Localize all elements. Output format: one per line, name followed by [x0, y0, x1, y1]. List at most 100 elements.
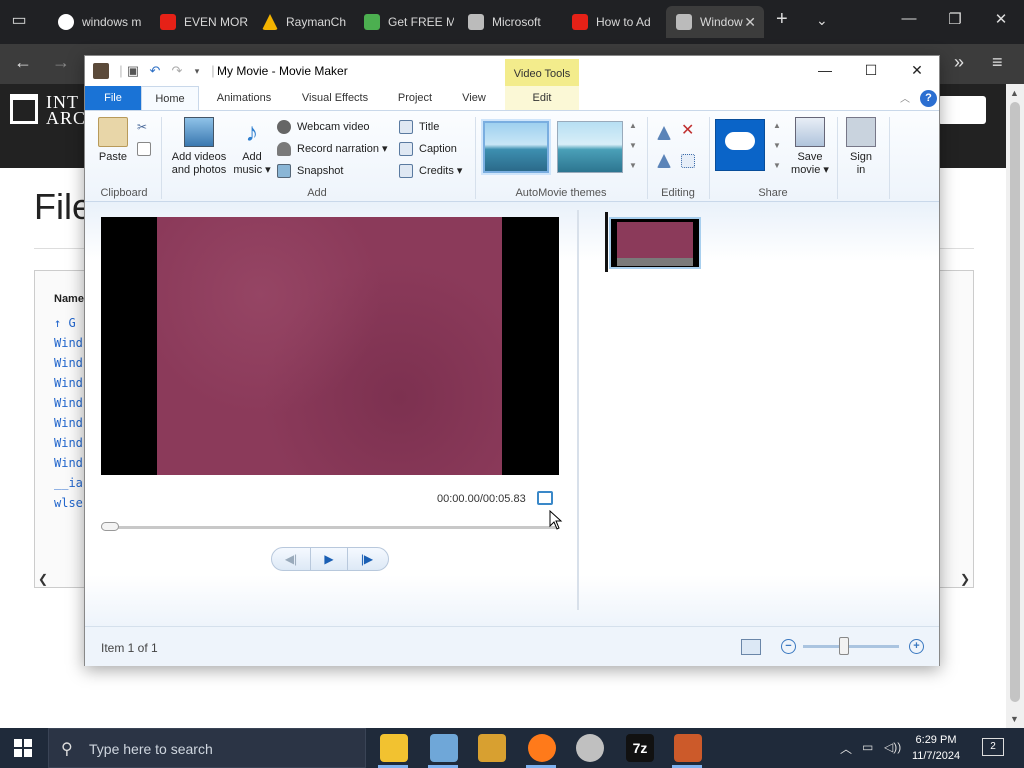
add-music-button[interactable]: ♪ Add music ▾	[231, 117, 273, 177]
tab-edit[interactable]: Edit	[505, 86, 579, 110]
parent-link[interactable]: ↑ G	[54, 316, 76, 330]
file-explorer-icon[interactable]	[380, 734, 408, 762]
browser-tab[interactable]: windows m	[48, 6, 148, 38]
file-link[interactable]: Wind	[54, 436, 83, 450]
scroll-thumb[interactable]	[1010, 102, 1020, 702]
zoom-slider-track[interactable]	[803, 645, 899, 648]
column-header-name[interactable]: Name	[54, 293, 84, 305]
file-link[interactable]: Wind	[54, 396, 83, 410]
network-icon[interactable]: ▭	[862, 740, 873, 754]
file-link[interactable]: __ia	[54, 476, 83, 490]
undo-icon[interactable]: ↶	[147, 63, 163, 79]
customize-qat-icon[interactable]: ▾	[189, 63, 205, 79]
select-all-button[interactable]	[681, 153, 697, 169]
sign-in-button[interactable]: Sign in	[841, 117, 881, 177]
title-button[interactable]: Title	[399, 119, 439, 135]
playhead[interactable]	[605, 212, 608, 272]
extensions-icon[interactable]: »	[954, 52, 964, 73]
tab-project[interactable]: Project	[389, 86, 441, 110]
new-tab-button[interactable]: +	[776, 8, 788, 31]
file-link[interactable]: Wind	[54, 416, 83, 430]
maximize-icon[interactable]: ☐	[851, 62, 891, 82]
zoom-out-icon[interactable]: −	[781, 639, 796, 654]
file-link[interactable]: Wind	[54, 356, 83, 370]
browser-tab[interactable]: RaymanCh	[252, 6, 352, 38]
rotate-right-button[interactable]	[657, 153, 673, 169]
tab-list-icon[interactable]: ⌄	[816, 12, 828, 29]
browser-tab[interactable]: How to Ad	[562, 6, 662, 38]
record-narration-button[interactable]: Record narration ▾	[277, 141, 388, 157]
storyboard-clip[interactable]	[609, 217, 701, 269]
rotate-left-button[interactable]	[657, 125, 673, 141]
site-search-input[interactable]	[938, 96, 986, 124]
browser-tab-active[interactable]: Window ✕	[666, 6, 764, 38]
onedrive-share-button[interactable]	[715, 119, 765, 171]
volume-icon[interactable]: ◁))	[884, 740, 901, 754]
play-button[interactable]: ▶	[310, 548, 348, 570]
remove-button[interactable]: ✕	[681, 123, 697, 139]
help-icon[interactable]: ?	[920, 90, 937, 107]
add-videos-photos-button[interactable]: Add videos and photos	[167, 117, 231, 177]
show-hidden-icons[interactable]: ︿	[840, 740, 852, 757]
firefox-icon[interactable]	[528, 734, 556, 762]
fullscreen-preview-icon[interactable]	[537, 491, 553, 505]
notification-center-icon[interactable]: 2	[982, 738, 1004, 756]
caption-button[interactable]: Caption	[399, 141, 457, 157]
previous-frame-button[interactable]: ◀︎|	[272, 548, 310, 570]
close-tab-icon[interactable]: ✕	[744, 6, 756, 38]
snapshot-button[interactable]: Snapshot	[277, 163, 343, 179]
taskbar-search[interactable]: ⚲ Type here to search	[48, 728, 366, 768]
webcam-video-button[interactable]: Webcam video	[277, 119, 370, 135]
zoom-in-icon[interactable]: +	[909, 639, 924, 654]
browser-tab[interactable]: Get FREE M	[354, 6, 454, 38]
scroll-up-icon[interactable]: ▲	[1010, 88, 1019, 98]
page-scrollbar[interactable]: ▲ ▼	[1006, 84, 1024, 728]
scroll-down-icon[interactable]: ▼	[1010, 714, 1019, 724]
close-icon[interactable]: ✕	[897, 62, 937, 82]
pane-splitter[interactable]	[577, 210, 579, 610]
scroll-left-icon[interactable]: ❮	[38, 572, 48, 586]
tab-actions-icon[interactable]: ▭	[8, 10, 30, 32]
themes-scroll-down-icon[interactable]: ▼	[629, 141, 637, 150]
minimize-icon[interactable]: —	[894, 10, 924, 27]
themes-more-icon[interactable]: ▼	[629, 161, 637, 170]
back-icon[interactable]: ←	[14, 52, 32, 73]
paste-button[interactable]: Paste	[95, 117, 131, 164]
theme-thumbnail-selected[interactable]	[483, 121, 549, 173]
save-movie-button[interactable]: Save movie ▾	[787, 117, 833, 177]
next-frame-button[interactable]: |▶	[348, 548, 386, 570]
tab-file[interactable]: File	[85, 86, 141, 110]
seek-thumb[interactable]	[101, 522, 119, 531]
start-button[interactable]	[14, 739, 32, 757]
7zip-icon[interactable]: 7z	[626, 734, 654, 762]
theme-thumbnail[interactable]	[557, 121, 623, 173]
file-link[interactable]: Wind	[54, 336, 83, 350]
browser-tab[interactable]: Microsoft	[458, 6, 558, 38]
tab-view[interactable]: View	[451, 86, 497, 110]
themes-scroll-up-icon[interactable]: ▲	[629, 121, 637, 130]
file-link[interactable]: wlse	[54, 496, 83, 510]
media-player-icon[interactable]	[478, 734, 506, 762]
browser-tab[interactable]: EVEN MOR	[150, 6, 250, 38]
file-link[interactable]: Wind	[54, 456, 83, 470]
forward-icon[interactable]: →	[52, 52, 70, 73]
film-reel-icon[interactable]	[576, 734, 604, 762]
close-icon[interactable]: ✕	[986, 10, 1016, 28]
scroll-right-icon[interactable]: ❯	[960, 572, 970, 586]
copy-button[interactable]	[137, 141, 151, 157]
share-scroll-up-icon[interactable]: ▲	[773, 121, 781, 130]
paint-icon[interactable]	[430, 734, 458, 762]
site-logo[interactable]: INT ARC	[46, 93, 86, 127]
thumbnail-size-icon[interactable]	[741, 639, 761, 655]
tab-animations[interactable]: Animations	[205, 86, 283, 110]
clock[interactable]: 6:29 PM 11/7/2024	[906, 732, 966, 764]
video-preview[interactable]	[101, 217, 559, 475]
tab-visual-effects[interactable]: Visual Effects	[291, 86, 379, 110]
cut-button[interactable]: ✂	[137, 119, 151, 135]
seek-bar[interactable]	[101, 526, 557, 529]
redo-icon[interactable]: ↷	[169, 63, 185, 79]
restore-icon[interactable]: ❐	[940, 10, 970, 28]
credits-button[interactable]: Credits ▾	[399, 163, 462, 179]
menu-icon[interactable]: ≡	[992, 52, 1003, 73]
tab-home[interactable]: Home	[141, 86, 199, 110]
